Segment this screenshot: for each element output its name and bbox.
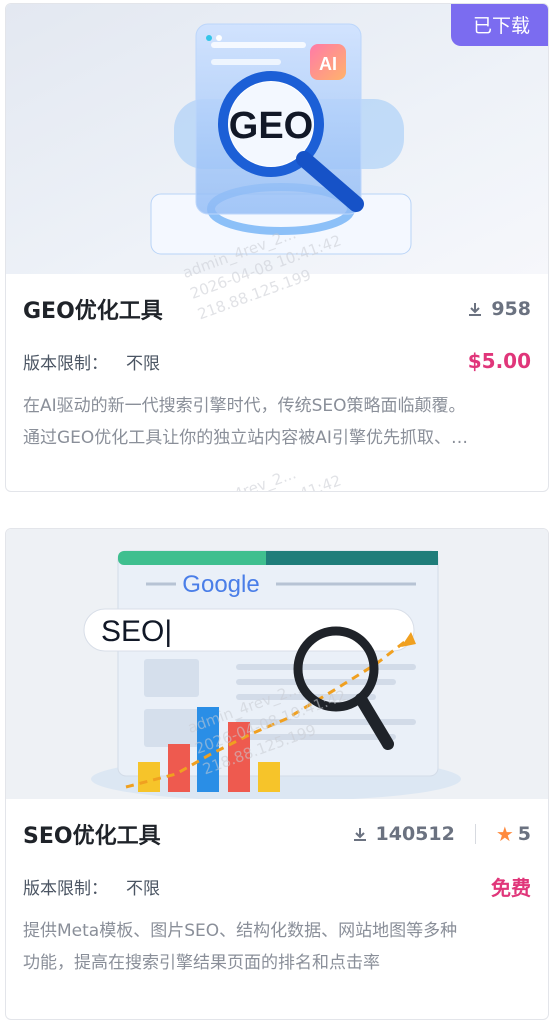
product-description: 在AI驱动的新一代搜索引擎时代，传统SEO策略面临颠覆。 通过GEO优化工具让你…	[23, 390, 531, 454]
seo-search-text: SEO|	[101, 615, 172, 648]
download-count: 958	[467, 298, 531, 320]
price: 免费	[491, 875, 531, 900]
rating-value: 5	[517, 823, 531, 845]
description-line: 在AI驱动的新一代搜索引擎时代，传统SEO策略面临颠覆。	[23, 396, 466, 416]
download-count-value: 958	[491, 298, 531, 320]
download-count-value: 140512	[375, 823, 455, 845]
price: $5.00	[467, 349, 531, 373]
ai-label: AI	[319, 54, 337, 74]
description-line: 通过GEO优化工具让你的独立站内容被AI引擎优先抓取、…	[23, 428, 468, 448]
watermark: admin_4rev_2... 2026-04-08 10:41:42 218.…	[180, 449, 352, 491]
product-stats: 140512 ★ 5	[352, 822, 531, 846]
product-thumbnail[interactable]: Google SEO|	[6, 529, 548, 799]
google-logo: Google	[182, 571, 259, 598]
version-value: 不限	[126, 878, 160, 899]
downloaded-badge: 已下载	[450, 4, 548, 46]
download-icon	[353, 828, 366, 841]
version-label: 版本限制：	[23, 878, 108, 899]
star-icon: ★	[495, 822, 514, 846]
description-line: 提供Meta模板、图片SEO、结构化数据、网站地图等多种	[23, 921, 458, 941]
download-icon	[469, 303, 482, 316]
product-card-geo[interactable]: AI GEO 已下载 GEO优化工具 958 版本限制： 不限 $5.00 在A…	[5, 3, 549, 492]
product-title[interactable]: GEO优化工具	[23, 293, 163, 325]
product-description: 提供Meta模板、图片SEO、结构化数据、网站地图等多种 功能，提高在搜索引擎结…	[23, 915, 531, 979]
product-card-seo[interactable]: Google SEO| SEO优化工具 140512 ★ 5 版本限制： 不限 …	[5, 528, 549, 1020]
stats-divider	[474, 824, 476, 844]
description-line: 功能，提高在搜索引擎结果页面的排名和点击率	[23, 953, 380, 973]
geo-label: GEO	[229, 105, 313, 147]
version-label: 版本限制：	[23, 353, 108, 374]
version-value: 不限	[126, 353, 160, 374]
product-title[interactable]: SEO优化工具	[23, 818, 161, 850]
